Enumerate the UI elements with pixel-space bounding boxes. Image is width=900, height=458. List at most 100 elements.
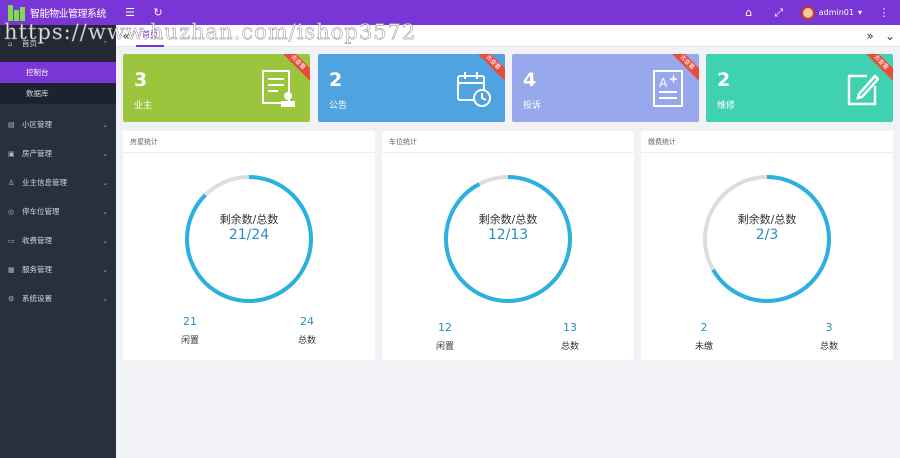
building-logo-icon: [8, 4, 26, 21]
money-icon: ▭: [8, 236, 15, 245]
card-complaints[interactable]: 4 投诉 A 去查看: [512, 54, 699, 122]
card-notices[interactable]: 2 公告 去查看: [318, 54, 505, 122]
sidebar-item-label: 停车位管理: [22, 207, 60, 216]
calendar-clock-icon: [457, 72, 491, 107]
sidebar-item-label: 业主信息管理: [22, 178, 67, 187]
card-label: 公告: [329, 101, 348, 111]
sidebar-item-community[interactable]: ▤ 小区管理 ⌄: [0, 110, 116, 139]
ring-caption: 剩余数/总数: [737, 213, 797, 226]
chevron-down-icon: ⌄: [102, 207, 108, 216]
ring-value: 12/13: [487, 227, 529, 243]
parking-icon: ◎: [8, 207, 15, 216]
stat-cards: 3 业主 去查看 2 公告 去查看 4 投诉 A 去查看 2 维修 去查看: [123, 54, 893, 122]
sidebar-item-label: 服务管理: [22, 265, 52, 274]
sidebar-item-settings[interactable]: ⚙ 系统设置 ⌄: [0, 284, 116, 313]
app-title: 智能物业管理系统: [30, 9, 107, 20]
tabs-scroll-right-icon[interactable]: »: [860, 25, 880, 47]
sidebar-item-label: 收费管理: [22, 236, 52, 245]
sidebar-item-service[interactable]: ▦ 服务管理 ⌄: [0, 255, 116, 284]
stat-value: 2: [700, 321, 708, 334]
ring-value: 21/24: [228, 227, 270, 243]
fullscreen-icon[interactable]: ⤢: [771, 5, 787, 21]
app-logo[interactable]: 智能物业管理系统: [0, 0, 116, 25]
sidebar-item-home[interactable]: ⌂ 首页 ⌃: [0, 25, 116, 62]
stat-value: 13: [563, 321, 577, 334]
user-menu[interactable]: admin01 ▾: [800, 5, 862, 20]
chevron-up-icon: ⌃: [102, 39, 108, 48]
tabs-bar: « 首页 » ⌄: [116, 25, 900, 47]
sidebar-item-label: 系统设置: [22, 294, 52, 303]
card-repairs[interactable]: 2 维修 去查看: [706, 54, 893, 122]
sidebar-item-parking[interactable]: ◎ 停车位管理 ⌄: [0, 197, 116, 226]
refresh-icon[interactable]: ↻: [150, 5, 166, 21]
tabs-scroll-left-icon[interactable]: «: [116, 25, 136, 47]
stat-value: 21: [183, 315, 197, 328]
avatar: [800, 5, 815, 20]
card-owners[interactable]: 3 业主 去查看: [123, 54, 310, 122]
chevron-down-icon: ⌄: [102, 149, 108, 158]
caret-down-icon: ▾: [857, 8, 862, 17]
card-label: 业主: [134, 101, 153, 111]
hamburger-icon[interactable]: ☰: [122, 5, 138, 21]
chevron-down-icon: ⌄: [102, 236, 108, 245]
sidebar-item-label: 小区管理: [22, 120, 52, 129]
stat-label: 总数: [819, 342, 838, 352]
fee-stats-panel: 缴费统计 剩余数/总数 2/3 2 未缴 3 总数: [641, 131, 893, 360]
sidebar-item-label: 房产管理: [22, 149, 52, 158]
home-icon: ⌂: [8, 39, 13, 48]
chevron-down-icon: ⌄: [102, 294, 108, 303]
top-bar: 智能物业管理系统 ☰ ↻ ⌂ ⤢ admin01 ▾ ⋮: [0, 0, 900, 25]
building-icon: ▤: [8, 120, 15, 129]
settings-icon: ⚙: [8, 294, 15, 303]
sidebar-item-database[interactable]: 数据库: [0, 83, 116, 104]
sidebar-item-property[interactable]: ▣ 房产管理 ⌄: [0, 139, 116, 168]
stat-label: 闲置: [180, 336, 199, 346]
parking-stats-panel: 车位统计 剩余数/总数 12/13 12 闲置 13 总数: [382, 131, 634, 360]
sidebar-item-fees[interactable]: ▭ 收费管理 ⌄: [0, 226, 116, 255]
document-edit-icon: A: [653, 70, 683, 107]
stat-right: 3 总数: [799, 321, 859, 352]
panel-title: 房屋统计: [123, 131, 375, 153]
ring-value: 2/3: [755, 227, 779, 243]
user-icon: ♙: [8, 178, 15, 187]
more-vertical-icon[interactable]: ⋮: [876, 5, 892, 21]
sidebar: ⌂ 首页 ⌃ 控制台 数据库 ▤ 小区管理 ⌄ ▣ 房产管理 ⌄ ♙ 业主信息管…: [0, 25, 116, 458]
card-value: 2: [717, 69, 731, 91]
user-name: admin01: [818, 8, 854, 17]
stat-value: 3: [825, 321, 833, 334]
stat-right: 13 总数: [540, 321, 600, 352]
svg-text:A: A: [659, 76, 668, 90]
sidebar-item-console[interactable]: 控制台: [0, 62, 116, 83]
house-icon: ▣: [8, 149, 15, 158]
chevron-down-icon: ⌄: [102, 178, 108, 187]
chevron-down-icon: ⌄: [102, 120, 108, 129]
panel-title: 缴费统计: [641, 131, 893, 153]
owner-document-icon: [262, 70, 295, 107]
panel-title: 车位统计: [382, 131, 634, 153]
stat-left: 2 未缴: [674, 321, 734, 352]
tag-icon[interactable]: ⌂: [741, 5, 757, 21]
card-label: 维修: [717, 101, 736, 111]
card-value: 3: [134, 69, 148, 91]
ring-caption: 剩余数/总数: [478, 213, 538, 226]
ring-caption: 剩余数/总数: [219, 213, 279, 226]
card-label: 投诉: [523, 101, 542, 111]
stat-value: 12: [438, 321, 452, 334]
stat-left: 21 闲置: [160, 315, 220, 346]
sidebar-item-owners[interactable]: ♙ 业主信息管理 ⌄: [0, 168, 116, 197]
stat-left: 12 闲置: [415, 321, 475, 352]
stat-label: 未缴: [694, 342, 713, 352]
stat-value: 24: [300, 315, 314, 328]
house-stats-panel: 房屋统计 剩余数/总数 21/24 21 闲置 24 总数: [123, 131, 375, 360]
stat-label: 总数: [297, 336, 316, 346]
service-icon: ▦: [8, 265, 15, 274]
tabs-dropdown-icon[interactable]: ⌄: [880, 25, 900, 47]
tab-home[interactable]: 首页: [136, 25, 164, 47]
chevron-down-icon: ⌄: [102, 265, 108, 274]
card-value: 2: [329, 69, 343, 91]
stat-right: 24 总数: [277, 315, 337, 346]
pencil-square-icon: [847, 74, 879, 106]
sidebar-item-label: 首页: [22, 39, 37, 48]
stat-label: 闲置: [435, 342, 454, 352]
stat-label: 总数: [560, 342, 579, 352]
